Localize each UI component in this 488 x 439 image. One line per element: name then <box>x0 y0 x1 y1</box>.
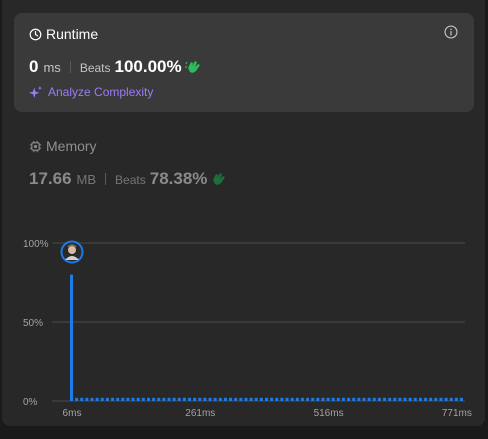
histogram-bar[interactable] <box>388 397 392 401</box>
histogram-bar[interactable] <box>188 397 192 401</box>
histogram-bar[interactable] <box>362 397 366 401</box>
x-tick-label: 261ms <box>185 408 215 419</box>
x-tick-label: 771ms <box>442 408 472 419</box>
histogram-bar[interactable] <box>80 397 84 401</box>
histogram-bar[interactable] <box>300 397 304 401</box>
histogram-bar[interactable] <box>229 397 233 401</box>
histogram-bar[interactable] <box>408 397 412 401</box>
histogram-bar[interactable] <box>152 397 156 401</box>
histogram-bar[interactable] <box>331 397 335 401</box>
histogram-bar[interactable] <box>418 397 422 401</box>
histogram-bar[interactable] <box>162 397 166 401</box>
histogram-bar[interactable] <box>444 397 448 401</box>
histogram-bar[interactable] <box>208 397 212 401</box>
histogram-bar[interactable] <box>311 397 315 401</box>
histogram-bar[interactable] <box>141 397 145 401</box>
histogram-bar[interactable] <box>429 397 433 401</box>
histogram-bar[interactable] <box>424 397 428 401</box>
histogram-bar[interactable] <box>172 397 176 401</box>
histogram-bar[interactable] <box>121 397 125 401</box>
histogram-bar[interactable] <box>393 397 397 401</box>
histogram-bar[interactable] <box>116 397 120 401</box>
histogram-bar[interactable] <box>244 397 248 401</box>
histogram-bar[interactable] <box>341 397 345 401</box>
histogram-bar[interactable] <box>203 397 207 401</box>
histogram-bar[interactable] <box>377 397 381 401</box>
histogram-bar[interactable] <box>367 397 371 401</box>
histogram-bar[interactable] <box>454 397 458 401</box>
histogram-bar[interactable] <box>90 397 94 401</box>
histogram-bar[interactable] <box>265 397 268 401</box>
histogram-bar[interactable] <box>383 397 387 401</box>
histogram-bar[interactable] <box>111 397 115 401</box>
histogram-bar[interactable] <box>275 397 279 401</box>
histogram-bar[interactable] <box>223 397 227 401</box>
histogram-bar[interactable] <box>105 397 109 401</box>
histogram-bar[interactable] <box>357 397 361 401</box>
histogram-bar[interactable] <box>85 397 89 401</box>
histogram-bar[interactable] <box>136 397 140 401</box>
histogram-bar[interactable] <box>321 397 325 401</box>
x-tick-label: 6ms <box>63 408 82 419</box>
histogram-bar[interactable] <box>398 397 402 401</box>
histogram-bar[interactable] <box>316 397 320 401</box>
histogram-bar[interactable] <box>95 397 99 401</box>
histogram-bar[interactable] <box>218 397 222 401</box>
histogram-bar[interactable] <box>182 397 186 401</box>
histogram-bar[interactable] <box>146 397 150 401</box>
histogram-bar[interactable] <box>336 397 340 401</box>
runtime-distribution-chart[interactable]: 100% 50% 0% 6ms 261ms 516ms 771ms <box>0 0 488 439</box>
histogram-bar[interactable] <box>285 397 289 401</box>
histogram-bar[interactable] <box>177 397 181 401</box>
histogram-bar[interactable] <box>449 397 453 401</box>
histogram-bar[interactable] <box>254 397 258 401</box>
histogram-bar[interactable] <box>239 397 243 401</box>
histogram-bar[interactable] <box>372 397 376 401</box>
y-tick-label: 100% <box>23 239 49 250</box>
histogram-bar[interactable] <box>434 397 438 401</box>
y-tick-label: 50% <box>23 318 43 329</box>
histogram-bar[interactable] <box>270 397 274 401</box>
histogram-bar[interactable] <box>280 397 284 401</box>
histogram-bar[interactable] <box>157 397 161 401</box>
histogram-bar[interactable] <box>439 397 443 401</box>
histogram-bar[interactable] <box>131 397 135 401</box>
x-tick-label: 516ms <box>314 408 344 419</box>
histogram-bar[interactable] <box>347 397 351 401</box>
histogram-bar[interactable] <box>306 397 310 401</box>
histogram-bar[interactable] <box>403 397 407 401</box>
histogram-bar[interactable] <box>326 397 330 401</box>
histogram-bar[interactable] <box>198 397 202 401</box>
user-avatar-marker[interactable] <box>60 240 84 264</box>
histogram-bar[interactable] <box>193 397 197 401</box>
y-tick-label: 0% <box>23 397 38 408</box>
histogram-bar[interactable] <box>234 397 238 401</box>
histogram-bar[interactable] <box>352 397 356 401</box>
histogram-bar[interactable] <box>126 397 130 401</box>
histogram-bar[interactable] <box>100 397 104 401</box>
histogram-bar[interactable] <box>75 397 79 401</box>
histogram-bar[interactable] <box>290 397 294 401</box>
histogram-bar[interactable] <box>259 397 263 401</box>
histogram-bar[interactable] <box>460 397 463 401</box>
histogram-bar[interactable] <box>70 274 73 401</box>
histogram-bar[interactable] <box>413 397 417 401</box>
histogram-bar[interactable] <box>213 397 217 401</box>
histogram-bar[interactable] <box>295 397 299 401</box>
histogram-bar[interactable] <box>249 397 253 401</box>
histogram-bar[interactable] <box>167 397 171 401</box>
